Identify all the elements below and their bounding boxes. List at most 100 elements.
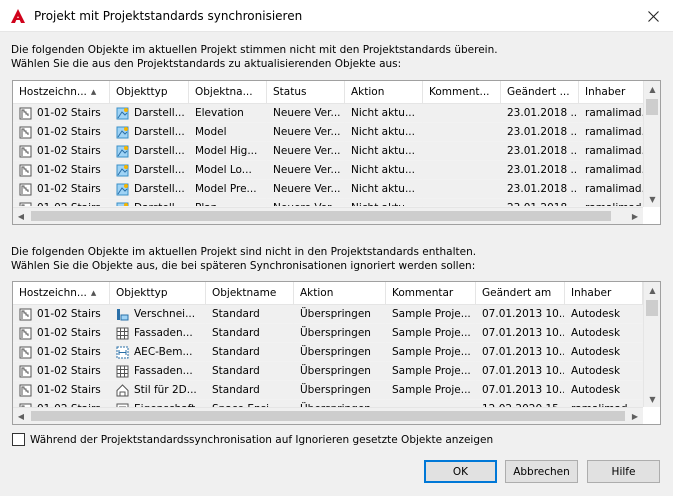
cell-owner: Autodesk [565,324,643,343]
cell-comment-text: Sample Proje... [392,365,471,377]
cell-owner: ramalimad... [579,104,645,123]
column-header[interactable]: Hostzeichn... ▲ [13,81,110,103]
cell-action-text: Überspringen [300,384,371,396]
table-row[interactable]: 01-02 Stairs Fassaden... Standard Übersprin… [13,362,643,381]
cell-owner: ramalimad... [579,123,645,142]
scroll-left-icon[interactable]: ◀ [13,208,29,224]
show-ignored-checkbox-row[interactable]: Während der Projektstandardssynchronisat… [12,433,493,446]
nonconforming-objects-table[interactable]: Hostzeichn... ▲ Objekttyp Objektna... Status… [12,80,661,225]
scroll-left-icon[interactable]: ◀ [13,408,29,424]
cell-host-text: 01-02 Stairs [37,164,101,176]
cell-changed: 23.01.2018 ... [501,142,579,161]
cell-type: Fassaden... [110,362,206,381]
cell-owner: Autodesk [565,362,643,381]
column-header[interactable]: Komment... [423,81,501,103]
cell-owner-text: ramalimad... [585,145,645,157]
cell-type: Darstell... [110,180,189,199]
grid-icon [116,327,129,340]
table-row[interactable]: 01-02 Stairs Verschnei... Standard Überspri… [13,305,643,324]
column-header[interactable]: Geändert ... [501,81,579,103]
column-header[interactable]: Aktion [294,282,386,304]
cell-name: Elevation [189,104,267,123]
cell-host: 01-02 Stairs [13,123,110,142]
window-title: Projekt mit Projektstandards synchronisi… [34,9,303,23]
cell-owner: Autodesk [565,343,643,362]
cell-changed-text: 23.01.2018 ... [507,126,579,138]
nonstandard-objects-table[interactable]: Hostzeichn... ▲ Objekttyp Objektname Aktion K… [12,281,661,425]
cell-type-text: Fassaden... [134,365,193,377]
table-row[interactable]: 01-02 Stairs Darstell... Elevation Neuere V… [13,104,645,123]
column-header[interactable]: Inhaber [579,81,645,103]
table-row[interactable]: 01-02 Stairs Darstell... Model Neuere Ver..… [13,123,645,142]
display-rep-icon [116,145,129,158]
column-header-label: Hostzeichn... [19,86,87,98]
table-row[interactable]: 01-02 Stairs Stil für 2D... Standard Übersp… [13,381,643,400]
table-row[interactable]: 01-02 Stairs Darstell... Model Pre... Neuer… [13,180,645,199]
cell-action: Nicht aktu... [345,104,423,123]
ok-button[interactable]: OK [424,460,497,483]
cell-status-text: Neuere Ver... [273,164,341,176]
section2-line1: Die folgenden Objekte im aktuellen Proje… [11,246,477,258]
cell-name: Model [189,123,267,142]
scroll-down-icon[interactable]: ▼ [644,191,660,207]
vertical-scrollbar[interactable]: ▲ ▼ [643,81,660,207]
cell-changed-text: 23.01.2018 ... [507,164,579,176]
column-header[interactable]: Geändert am [476,282,565,304]
cell-action: Überspringen [294,362,386,381]
cell-host: 01-02 Stairs [13,180,110,199]
column-header[interactable]: Objekttyp [110,282,206,304]
cell-name: Model Pre... [189,180,267,199]
horizontal-scrollbar[interactable]: ◀ ▶ [13,407,643,424]
table-row[interactable]: 01-02 Stairs Darstell... Model Lo... Neuere… [13,161,645,180]
column-header-label: Objekttyp [116,287,168,299]
scroll-thumb[interactable] [31,211,611,221]
cell-host: 01-02 Stairs [13,142,110,161]
scroll-thumb[interactable] [31,411,625,421]
column-header-label: Inhaber [571,287,612,299]
scroll-right-icon[interactable]: ▶ [627,208,643,224]
cell-name-text: Model Pre... [195,183,257,195]
cell-type-text: AEC-Bem... [134,346,193,358]
table-row[interactable]: 01-02 Stairs AEC-Bem... Standard Überspring… [13,343,643,362]
column-header[interactable]: Objekttyp [110,81,189,103]
horizontal-scrollbar[interactable]: ◀ ▶ [13,207,643,224]
cell-owner: ramalimad... [579,199,645,207]
table-row[interactable]: 01-02 Stairs Darstell... Model Hig... Neuer… [13,142,645,161]
cell-name-text: Model [195,126,227,138]
stair-icon [19,365,32,378]
cell-host: 01-02 Stairs [13,324,110,343]
column-header[interactable]: Inhaber [565,282,643,304]
cell-comment: Sample Proje... [386,343,476,362]
cell-changed-text: 07.01.2013 10... [482,308,565,320]
cell-type-text: Darstell... [134,164,185,176]
column-header[interactable]: Status [267,81,345,103]
table-row[interactable]: 01-02 Stairs Fassaden... Standard Übersprin… [13,324,643,343]
column-header[interactable]: Objektna... [189,81,267,103]
column-header[interactable]: Objektname [206,282,294,304]
cancel-button[interactable]: Abbrechen [505,460,578,483]
column-header[interactable]: Hostzeichn... ▲ [13,282,110,304]
scroll-right-icon[interactable]: ▶ [627,408,643,424]
scroll-thumb[interactable] [646,300,658,316]
cell-changed: 07.01.2013 10... [476,305,565,324]
column-header-label: Status [273,86,307,98]
vertical-scrollbar[interactable]: ▲ ▼ [643,282,660,407]
column-header[interactable]: Kommentar [386,282,476,304]
scroll-down-icon[interactable]: ▼ [644,391,660,407]
help-button[interactable]: Hilfe [587,460,660,483]
table-body: 01-02 Stairs Verschnei... Standard Überspri… [13,305,643,419]
column-header[interactable]: Aktion [345,81,423,103]
cell-status: Neuere Ver... [267,142,345,161]
cell-owner-text: ramalimad... [585,183,645,195]
cell-name-text: Standard [212,346,260,358]
show-ignored-checkbox[interactable] [12,433,25,446]
stair-icon [19,183,32,196]
scroll-thumb[interactable] [646,99,658,115]
cell-host-text: 01-02 Stairs [37,365,101,377]
cell-type: AEC-Bem... [110,343,206,362]
cell-owner: ramalimad... [579,180,645,199]
scroll-up-icon[interactable]: ▲ [644,282,660,298]
scroll-up-icon[interactable]: ▲ [644,81,660,97]
close-button[interactable] [633,0,673,32]
cell-host-text: 01-02 Stairs [37,384,101,396]
